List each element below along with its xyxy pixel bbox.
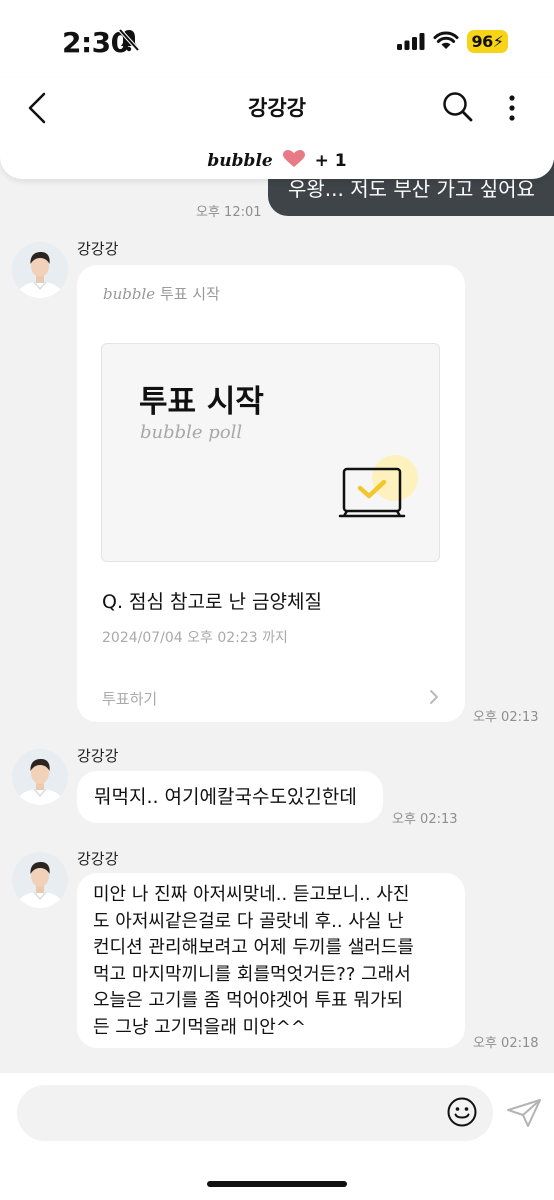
message-line: 컨디션 관리해보려고 어제 두끼를 샐러드를: [93, 937, 414, 958]
message-line: 먹고 마지막끼니를 회를먹엇거든?? 그래서: [93, 963, 411, 985]
message-text: 미안 나 진짜 아저씨맞네.. 듣고보니.. 사진 도 아저씨같은걸로 다 골랏…: [93, 882, 465, 1041]
vote-button[interactable]: 투표하기: [102, 688, 157, 709]
bubble-brand: bubble: [207, 151, 273, 171]
status-bar: 2:30 96 ⚡: [0, 0, 554, 78]
poll-question: Q. 점심 참고로 난 금양체질: [102, 591, 322, 613]
avatar-image: [12, 852, 68, 908]
bell-slash-icon: [118, 28, 140, 52]
poll-card-title: 투표 시작: [139, 384, 264, 420]
battery-indicator: 96 ⚡: [467, 30, 508, 53]
poll-brand: bubble: [103, 285, 156, 303]
battery-level: 96: [471, 32, 494, 51]
send-icon[interactable]: [506, 1098, 542, 1128]
subscription-count: + 1: [314, 151, 347, 171]
message-line: 미안 나 진짜 아저씨맞네.. 듣고보니.. 사진: [93, 884, 410, 905]
message-time: 오후 12:01: [196, 205, 262, 220]
heart-icon: [282, 150, 305, 167]
message-time: 오후 02:13: [392, 812, 458, 827]
message-line: 오늘은 고기를 좀 먹어야겟어 투표 뭐가되: [93, 990, 404, 1011]
ballot-box-icon: [338, 455, 418, 518]
message-line: 도 아저씨같은걸로 다 골랏네 후.. 사실 난: [93, 910, 404, 932]
more-icon[interactable]: [506, 93, 518, 123]
my-message-text: 우왕... 저도 부산 가고 싶어요: [288, 177, 535, 201]
message-time: 오후 02:13: [473, 710, 539, 725]
search-icon[interactable]: [440, 89, 476, 125]
poll-card[interactable]: 투표 시작 bubble poll: [101, 343, 440, 562]
avatar[interactable]: [12, 852, 68, 908]
message-composer: [0, 1073, 554, 1200]
poll-deadline: 2024/07/04 오후 02:23 까지: [102, 630, 288, 646]
wifi-icon: [433, 31, 459, 49]
message-time: 오후 02:18: [473, 1036, 539, 1051]
avatar-image: [12, 242, 68, 298]
sender-name: 강강강: [77, 747, 119, 765]
charging-icon: ⚡: [492, 32, 504, 51]
signal-icon: [397, 33, 425, 50]
avatar[interactable]: [12, 242, 68, 298]
sender-name: 강강강: [77, 850, 119, 868]
poll-header: bubble 투표 시작: [103, 283, 220, 304]
message-bubble[interactable]: 뭐먹지.. 여기에칼국수도있긴한데: [77, 771, 383, 823]
poll-header-label: 투표 시작: [159, 285, 220, 303]
message-text: 뭐먹지.. 여기에칼국수도있긴한데: [94, 786, 357, 808]
emoji-icon[interactable]: [446, 1096, 478, 1128]
avatar-image: [12, 749, 68, 805]
subscription-label: bubble + 1: [0, 150, 554, 171]
avatar[interactable]: [12, 749, 68, 805]
home-indicator: [207, 1181, 347, 1187]
message-line: 든 그냥 고기먹을래 미안^^: [93, 1016, 306, 1038]
message-bubble[interactable]: 미안 나 진짜 아저씨맞네.. 듣고보니.. 사진 도 아저씨같은걸로 다 골랏…: [77, 873, 465, 1048]
poll-card-subtitle: bubble poll: [140, 422, 243, 443]
sender-name: 강강강: [77, 240, 119, 258]
message-input[interactable]: [17, 1085, 493, 1141]
chat-header: 강강강 bubble + 1: [0, 78, 554, 179]
poll-bubble[interactable]: bubble 투표 시작 투표 시작 bubble poll Q. 점심 참고로…: [77, 265, 465, 722]
chevron-right-icon[interactable]: [429, 689, 439, 705]
